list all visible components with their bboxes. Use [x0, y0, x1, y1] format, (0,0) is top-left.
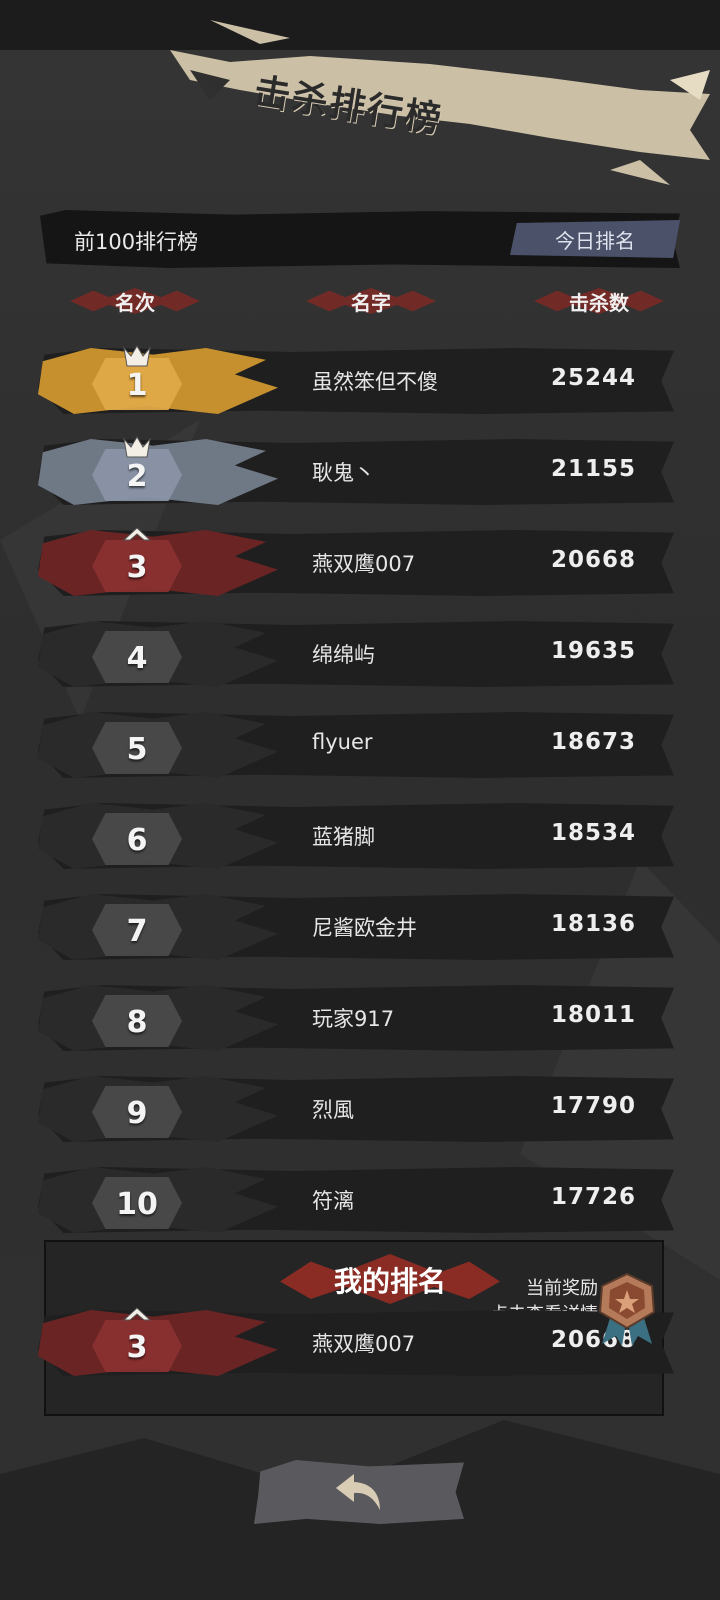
player-name: 尼酱欧金井 — [312, 916, 417, 940]
rank-number: 4 — [126, 640, 148, 676]
list-header: 前100排行榜 今日排名 — [40, 210, 680, 268]
player-name: 烈風 — [312, 1098, 354, 1122]
kill-count: 18673 — [550, 729, 636, 755]
kill-count: 17726 — [550, 1184, 636, 1210]
leaderboard-row[interactable]: 6 蓝猪脚 18534 — [38, 797, 674, 873]
leaderboard-row[interactable]: 2 耿鬼丶 21155 — [38, 433, 674, 509]
rank-number: 3 — [126, 1329, 148, 1365]
back-arrow-icon — [336, 1474, 380, 1510]
kill-count: 19635 — [550, 638, 636, 664]
player-name: 虽然笨但不傻 — [312, 370, 438, 394]
rank-number: 5 — [126, 731, 148, 767]
my-rank-title: 我的排名 — [333, 1265, 446, 1298]
leaderboard-row[interactable]: 4 绵绵屿 19635 — [38, 615, 674, 691]
rank-number: 2 — [126, 458, 148, 494]
leaderboard-row[interactable]: 7 尼酱欧金井 18136 — [38, 888, 674, 964]
leaderboard-row[interactable]: 3 燕双鹰007 20668 — [38, 1304, 674, 1380]
leaderboard-row[interactable]: 5 flyuer 18673 — [38, 706, 674, 782]
kill-count: 18136 — [550, 911, 636, 937]
leaderboard-row[interactable]: 10 符漓 17726 — [38, 1161, 674, 1237]
rank-number: 10 — [116, 1186, 158, 1222]
column-name-label: 名字 — [351, 290, 391, 315]
kill-count: 17790 — [550, 1093, 636, 1119]
column-header-name: 名字 — [306, 284, 436, 318]
kill-count: 18534 — [550, 820, 636, 846]
column-header-kills: 击杀数 — [534, 284, 664, 318]
leaderboard-row[interactable]: 3 燕双鹰007 20668 — [38, 524, 674, 600]
leaderboard-row[interactable]: 8 玩家917 18011 — [38, 979, 674, 1055]
column-header-rank: 名次 — [70, 284, 200, 318]
rank-number: 1 — [126, 367, 148, 403]
column-rank-label: 名次 — [115, 290, 155, 315]
rank-number: 9 — [126, 1095, 148, 1131]
kill-count: 25244 — [550, 365, 636, 391]
player-name: 燕双鹰007 — [312, 1332, 416, 1356]
rank-number: 3 — [126, 549, 148, 585]
list-label: 前100排行榜 — [74, 230, 199, 254]
player-name: 耿鬼丶 — [312, 461, 375, 485]
reward-label: 当前奖励 — [526, 1278, 598, 1299]
rank-number: 6 — [126, 822, 148, 858]
column-kills-label: 击杀数 — [569, 290, 629, 315]
leaderboard-row[interactable]: 1 虽然笨但不傻 25244 — [38, 342, 674, 418]
today-rank-button[interactable]: 今日排名 — [510, 220, 680, 258]
back-button[interactable] — [254, 1460, 464, 1524]
medal-icon[interactable] — [596, 1272, 658, 1346]
rank-number: 8 — [126, 1004, 148, 1040]
kill-count: 18011 — [550, 1002, 636, 1028]
player-name: flyuer — [312, 730, 373, 754]
player-name: 符漓 — [312, 1189, 354, 1213]
player-name: 绵绵屿 — [312, 643, 375, 667]
kill-count: 21155 — [550, 456, 636, 482]
leaderboard-row[interactable]: 9 烈風 17790 — [38, 1070, 674, 1146]
kill-count: 20668 — [550, 547, 636, 573]
player-name: 玩家917 — [312, 1007, 395, 1031]
player-name: 燕双鹰007 — [312, 552, 416, 576]
rank-number: 7 — [126, 913, 148, 949]
player-name: 蓝猪脚 — [312, 825, 375, 849]
